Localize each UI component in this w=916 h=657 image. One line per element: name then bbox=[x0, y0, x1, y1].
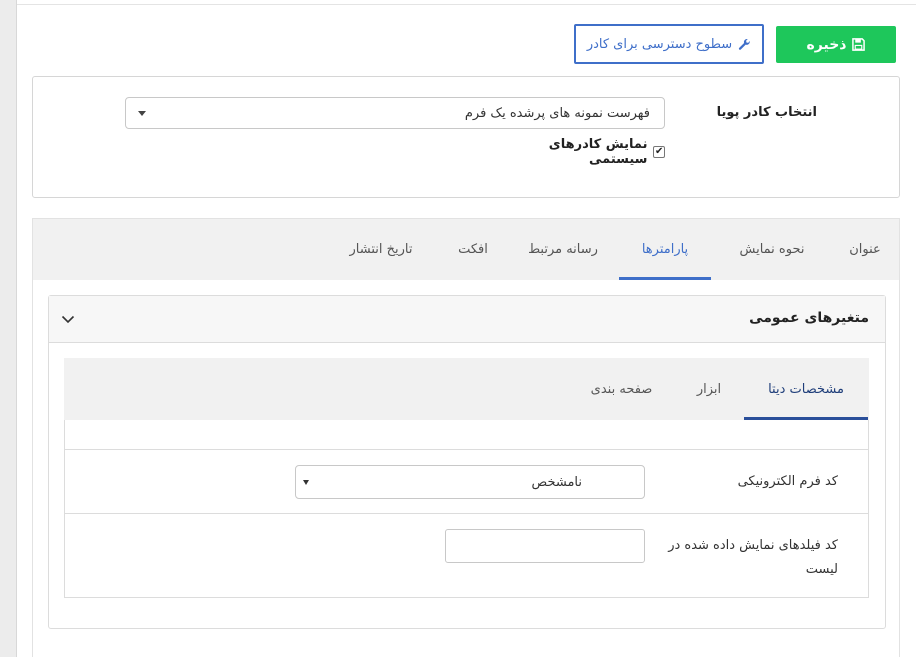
displayed-fields-label: کد فیلدهای نمایش داده شده در لیست bbox=[668, 538, 838, 577]
save-label: ذخیره bbox=[806, 36, 847, 53]
tab-title[interactable]: عنوان bbox=[833, 219, 897, 280]
general-variables-panel: متغیرهای عمومی مشخصات دیتا ابزار صفحه بن… bbox=[48, 295, 886, 629]
frame-selector-panel: انتخاب کادر پویا فهرست نمونه های پرشده ی… bbox=[32, 76, 900, 198]
tab-related-media[interactable]: رسانه مرتبط bbox=[517, 219, 609, 280]
toolbar: ذخیره سطوح دسترسی برای کادر bbox=[17, 24, 916, 64]
caret-down-icon bbox=[138, 111, 146, 116]
inner-tab-bar: مشخصات دیتا ابزار صفحه بندی bbox=[64, 358, 869, 420]
data-specs-form: کد فرم الکترونیکی نامشخص کد فیلدهای نمای… bbox=[64, 420, 869, 598]
tab-title-label: عنوان bbox=[849, 242, 881, 257]
form-code-select[interactable]: نامشخص bbox=[295, 465, 645, 499]
tab-data-specs-label: مشخصات دیتا bbox=[768, 381, 844, 397]
general-variables-title: متغیرهای عمومی bbox=[749, 310, 869, 326]
wrench-icon bbox=[739, 38, 750, 50]
tab-publish-date[interactable]: تاریخ انتشار bbox=[333, 219, 429, 280]
tab-publish-date-label: تاریخ انتشار bbox=[349, 242, 413, 257]
form-code-value: نامشخص bbox=[531, 474, 582, 490]
tab-data-specs[interactable]: مشخصات دیتا bbox=[744, 358, 868, 420]
tab-pagination-label: صفحه بندی bbox=[590, 381, 653, 397]
tab-pagination[interactable]: صفحه بندی bbox=[569, 358, 674, 420]
tab-effect[interactable]: افکت bbox=[438, 219, 508, 280]
frame-select-dropdown[interactable]: فهرست نمونه های پرشده یک فرم bbox=[125, 97, 665, 129]
access-levels-label: سطوح دسترسی برای کادر bbox=[586, 36, 733, 52]
tab-tools[interactable]: ابزار bbox=[679, 358, 739, 420]
show-system-frames-checkbox[interactable]: ✔ bbox=[653, 146, 665, 158]
tab-related-media-label: رسانه مرتبط bbox=[528, 242, 598, 257]
left-scroll-strip bbox=[0, 0, 17, 657]
tab-display-mode[interactable]: نحوه نمایش bbox=[722, 219, 822, 280]
tab-parameters[interactable]: پارامترها bbox=[619, 219, 711, 280]
floppy-disk-icon bbox=[852, 38, 866, 51]
show-system-frames-label: نمایش کادرهای سیستمی bbox=[548, 137, 648, 167]
tab-tools-label: ابزار bbox=[696, 381, 722, 397]
tab-bar: عنوان نحوه نمایش پارامترها رسانه مرتبط ا… bbox=[33, 219, 899, 280]
tab-parameters-label: پارامترها bbox=[641, 242, 689, 257]
save-button[interactable]: ذخیره bbox=[776, 26, 896, 63]
general-variables-header[interactable]: متغیرهای عمومی bbox=[49, 296, 885, 343]
frame-select-value: فهرست نمونه های پرشده یک فرم bbox=[464, 105, 650, 121]
row-divider bbox=[65, 449, 868, 450]
tab-effect-label: افکت bbox=[458, 242, 488, 257]
frame-select-label: انتخاب کادر پویا bbox=[716, 105, 817, 120]
show-system-frames-toggle[interactable]: ✔ نمایش کادرهای سیستمی bbox=[493, 137, 665, 167]
chevron-down-icon[interactable] bbox=[61, 312, 75, 326]
displayed-fields-input[interactable] bbox=[445, 529, 645, 563]
top-divider bbox=[17, 4, 916, 5]
tab-display-mode-label: نحوه نمایش bbox=[739, 242, 805, 257]
caret-down-icon bbox=[303, 480, 309, 485]
access-levels-button[interactable]: سطوح دسترسی برای کادر bbox=[574, 24, 764, 64]
row-divider bbox=[65, 513, 868, 514]
form-code-label: کد فرم الکترونیکی bbox=[737, 474, 838, 489]
settings-tabs-area: عنوان نحوه نمایش پارامترها رسانه مرتبط ا… bbox=[32, 218, 900, 657]
